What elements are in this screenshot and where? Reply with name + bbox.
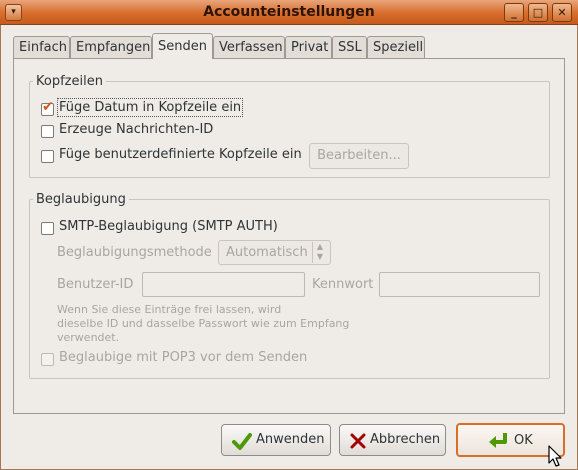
benutzerdefiniert-label[interactable]: Füge benutzerdefinierte Kopfzeile ein — [59, 147, 302, 162]
nachrichten-id-checkbox[interactable] — [41, 125, 54, 138]
methode-value: Automatisch — [226, 245, 308, 260]
datum-label[interactable]: Füge Datum in Kopfzeile ein — [56, 98, 244, 117]
close-button[interactable]: ✕ — [552, 3, 572, 22]
pop3-checkbox[interactable] — [41, 353, 54, 366]
cancel-x-icon — [350, 433, 366, 449]
mouse-pointer-icon — [548, 445, 562, 467]
nachrichten-id-label[interactable]: Erzeuge Nachrichten-ID — [59, 122, 213, 137]
pop3-label[interactable]: Beglaubige mit POP3 vor dem Senden — [59, 350, 307, 365]
cancel-label: Abbrechen — [370, 432, 441, 447]
kennwort-label: Kennwort — [312, 277, 374, 292]
tab-einfach[interactable]: Einfach — [13, 36, 70, 58]
smtp-auth-checkbox[interactable] — [41, 222, 54, 235]
smtp-auth-label[interactable]: SMTP-Beglaubigung (SMTP AUTH) — [59, 219, 278, 234]
benutzerdefiniert-checkbox[interactable] — [41, 150, 54, 163]
tab-verfassen[interactable]: Verfassen — [213, 36, 285, 58]
apply-button[interactable]: Anwenden — [221, 424, 331, 456]
benutzer-id-label: Benutzer-ID — [57, 277, 134, 292]
tab-ssl[interactable]: SSL — [332, 36, 367, 58]
tab-senden[interactable]: Senden — [152, 33, 213, 59]
spinner-arrows-icon: ▲ ▼ — [312, 242, 327, 263]
title-bar[interactable]: ▾ Accounteinstellungen _ □ ✕ — [0, 0, 578, 25]
maximize-button[interactable]: □ — [528, 3, 548, 22]
methode-label: Beglaubigungsmethode — [57, 245, 212, 260]
kopfzeilen-legend: Kopfzeilen — [33, 74, 106, 89]
checkmark-icon — [232, 433, 252, 450]
ok-label: OK — [514, 433, 533, 448]
hint-line-2: dieselbe ID und dasselbe Passwort wie zu… — [57, 317, 350, 330]
methode-select[interactable]: Automatisch ▲ ▼ — [218, 240, 331, 265]
checkmark-icon: ✔ — [42, 99, 54, 115]
bearbeiten-button[interactable]: Bearbeiten... — [309, 143, 409, 169]
enter-arrow-icon — [489, 433, 507, 448]
tab-empfangen[interactable]: Empfangen — [70, 36, 152, 58]
minimize-button[interactable]: _ — [504, 3, 524, 22]
hint-line-3: verwendet. — [57, 331, 120, 344]
datum-checkbox[interactable]: ✔ — [41, 99, 54, 116]
tab-privat[interactable]: Privat — [285, 36, 332, 58]
beglaubigung-legend: Beglaubigung — [33, 192, 129, 207]
kennwort-input[interactable] — [379, 272, 540, 297]
tab-speziell[interactable]: Speziell — [367, 36, 425, 58]
benutzer-id-input[interactable] — [142, 272, 305, 297]
window-title: Accounteinstellungen — [203, 4, 375, 20]
hint-line-1: Wenn Sie diese Einträge frei lassen, wir… — [57, 303, 282, 316]
apply-label: Anwenden — [256, 432, 325, 447]
cancel-button[interactable]: Abbrechen — [339, 424, 446, 456]
